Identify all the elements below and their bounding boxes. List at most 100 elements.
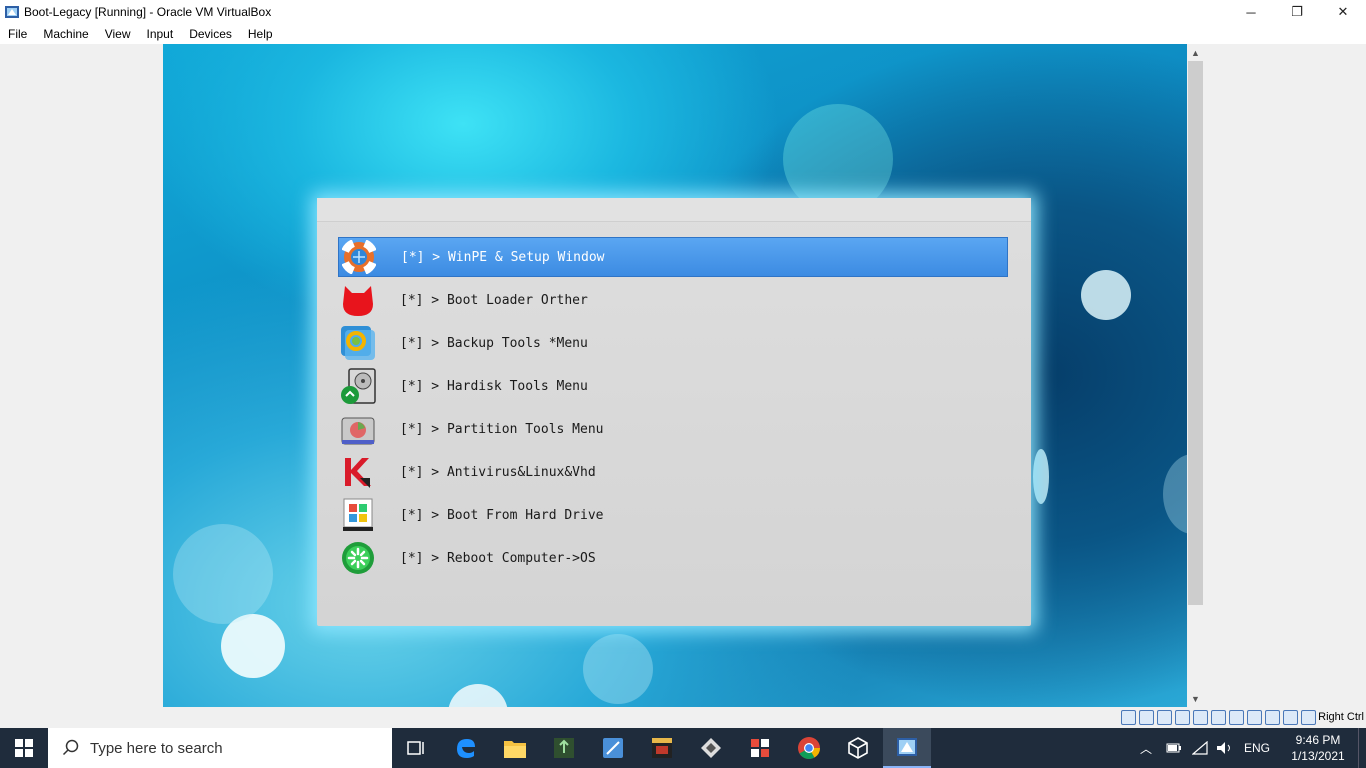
vm-screen[interactable]: [*] > WinPE & Setup Window [*] > Boot Lo… (163, 44, 1187, 707)
boot-menu-item-reboot[interactable]: [*] > Reboot Computer->OS (338, 538, 1008, 578)
audio-status-icon[interactable] (1157, 710, 1172, 725)
taskbar-app-usb-tool[interactable] (540, 728, 588, 768)
partition-icon (338, 409, 378, 449)
restore-button[interactable]: ❐ (1274, 0, 1320, 24)
bokeh-light (448, 684, 508, 707)
bokeh-light (173, 524, 273, 624)
boot-menu-label: [*] > Antivirus&Linux&Vhd (400, 464, 596, 480)
close-button[interactable]: ✕ (1320, 0, 1366, 24)
menu-help[interactable]: Help (240, 24, 281, 44)
windows-logo-icon (15, 739, 33, 757)
menu-input[interactable]: Input (139, 24, 182, 44)
drive-tool-icon (701, 738, 721, 758)
title-bar: Boot-Legacy [Running] - Oracle VM Virtua… (0, 0, 1366, 24)
taskbar-app-writer[interactable] (589, 728, 637, 768)
harddisk-icon (338, 366, 378, 406)
window-controls: ─ ❐ ✕ (1228, 0, 1366, 24)
boot-menu-label: [*] > Backup Tools *Menu (400, 335, 588, 351)
taskbar-app-edge[interactable] (442, 728, 490, 768)
boot-menu-label: [*] > Partition Tools Menu (400, 421, 604, 437)
virtualbox-icon (5, 6, 19, 18)
vm-display-area: [*] > WinPE & Setup Window [*] > Boot Lo… (0, 44, 1366, 708)
reboot-icon (338, 538, 378, 578)
kaspersky-icon (338, 452, 378, 492)
boot-menu-item-boot-hard-drive[interactable]: [*] > Boot From Hard Drive (338, 495, 1008, 535)
window-title: Boot-Legacy [Running] - Oracle VM Virtua… (24, 5, 272, 19)
task-view-button[interactable] (392, 728, 440, 768)
vt-x-status-icon[interactable] (1265, 710, 1280, 725)
vertical-scrollbar[interactable]: ▲ ▼ (1187, 44, 1204, 707)
panel-header (317, 198, 1031, 222)
clock-date: 1/13/2021 (1291, 749, 1345, 763)
backup-icon (338, 323, 378, 363)
harddisk-status-icon[interactable] (1121, 710, 1136, 725)
bokeh-light (1163, 454, 1187, 534)
battery-icon[interactable] (1166, 741, 1182, 755)
show-desktop-button[interactable] (1358, 728, 1366, 768)
volume-icon[interactable] (1216, 741, 1234, 755)
boot-menu-item-boot-loader[interactable]: [*] > Boot Loader Orther (338, 280, 1008, 320)
optical-drive-status-icon[interactable] (1139, 710, 1154, 725)
language-indicator[interactable]: ENG (1244, 741, 1270, 755)
taskbar-app-file-explorer[interactable] (491, 728, 539, 768)
scroll-down-arrow-icon[interactable]: ▼ (1187, 690, 1204, 707)
lifebuoy-icon (339, 237, 379, 277)
red-cat-icon (338, 280, 378, 320)
edge-icon (457, 739, 475, 758)
host-key-label: Right Ctrl (1318, 711, 1364, 723)
wifi-icon[interactable] (1191, 741, 1208, 755)
boot-menu-label: [*] > WinPE & Setup Window (401, 249, 605, 265)
folder-icon (504, 741, 526, 758)
taskbar-search-box[interactable]: Type here to search (48, 728, 392, 768)
menu-bar: File Machine View Input Devices Help (0, 24, 1366, 44)
menu-view[interactable]: View (97, 24, 139, 44)
bokeh-light (583, 634, 653, 704)
boot-menu-item-winpe[interactable]: [*] > WinPE & Setup Window (338, 237, 1008, 277)
bokeh-light (1033, 449, 1049, 504)
usb-tool-icon (554, 738, 574, 758)
boot-menu-label: [*] > Boot From Hard Drive (400, 507, 604, 523)
search-icon (62, 739, 79, 756)
bokeh-light (221, 614, 285, 678)
boot-menu-panel: [*] > WinPE & Setup Window [*] > Boot Lo… (317, 198, 1031, 626)
clock[interactable]: 9:46 PM 1/13/2021 (1278, 732, 1358, 764)
mouse-integration-icon[interactable] (1283, 710, 1298, 725)
menu-file[interactable]: File (0, 24, 35, 44)
boot-menu-item-backup-tools[interactable]: [*] > Backup Tools *Menu (338, 323, 1008, 363)
boot-menu-item-harddisk-tools[interactable]: [*] > Hardisk Tools Menu (338, 366, 1008, 406)
boot-menu-label: [*] > Hardisk Tools Menu (400, 378, 588, 394)
cube-icon (848, 737, 868, 759)
taskbar-app-puzzle[interactable] (736, 728, 784, 768)
chevron-up-icon[interactable]: ︿ (1140, 740, 1152, 757)
taskbar-app-rufus[interactable] (687, 728, 735, 768)
menu-devices[interactable]: Devices (181, 24, 240, 44)
network-status-icon[interactable] (1175, 710, 1190, 725)
feather-app-icon (603, 738, 623, 758)
system-tray: ︿ ENG 9:46 PM 1/13/2021 (1140, 728, 1366, 768)
boot-menu-label: [*] > Boot Loader Orther (400, 292, 588, 308)
clock-time: 9:46 PM (1295, 733, 1341, 747)
scroll-up-arrow-icon[interactable]: ▲ (1187, 44, 1204, 61)
minimize-button[interactable]: ─ (1228, 0, 1274, 24)
start-button[interactable] (0, 728, 48, 768)
shared-folders-status-icon[interactable] (1211, 710, 1226, 725)
boot-menu-item-partition-tools[interactable]: [*] > Partition Tools Menu (338, 409, 1008, 449)
device-status-icons (1121, 710, 1316, 725)
puzzle-app-icon (751, 739, 769, 757)
usb-status-icon[interactable] (1193, 710, 1208, 725)
task-view-icon (407, 741, 424, 755)
taskbar-app-chrome[interactable] (785, 728, 833, 768)
boot-menu-item-antivirus[interactable]: [*] > Antivirus&Linux&Vhd (338, 452, 1008, 492)
menu-machine[interactable]: Machine (35, 24, 96, 44)
keyboard-capture-icon[interactable] (1301, 710, 1316, 725)
taskbar-app-virtualbox[interactable] (834, 728, 882, 768)
taskbar-app-media[interactable] (638, 728, 686, 768)
search-placeholder: Type here to search (90, 739, 223, 757)
recording-status-icon[interactable] (1247, 710, 1262, 725)
clapperboard-icon (652, 738, 672, 758)
taskbar-app-vm-window[interactable] (883, 728, 931, 768)
taskbar: Type here to search ︿ ENG 9:46 PM 1/13/2… (0, 728, 1366, 768)
scrollbar-thumb[interactable] (1188, 61, 1203, 605)
chrome-icon (798, 737, 820, 759)
display-status-icon[interactable] (1229, 710, 1244, 725)
